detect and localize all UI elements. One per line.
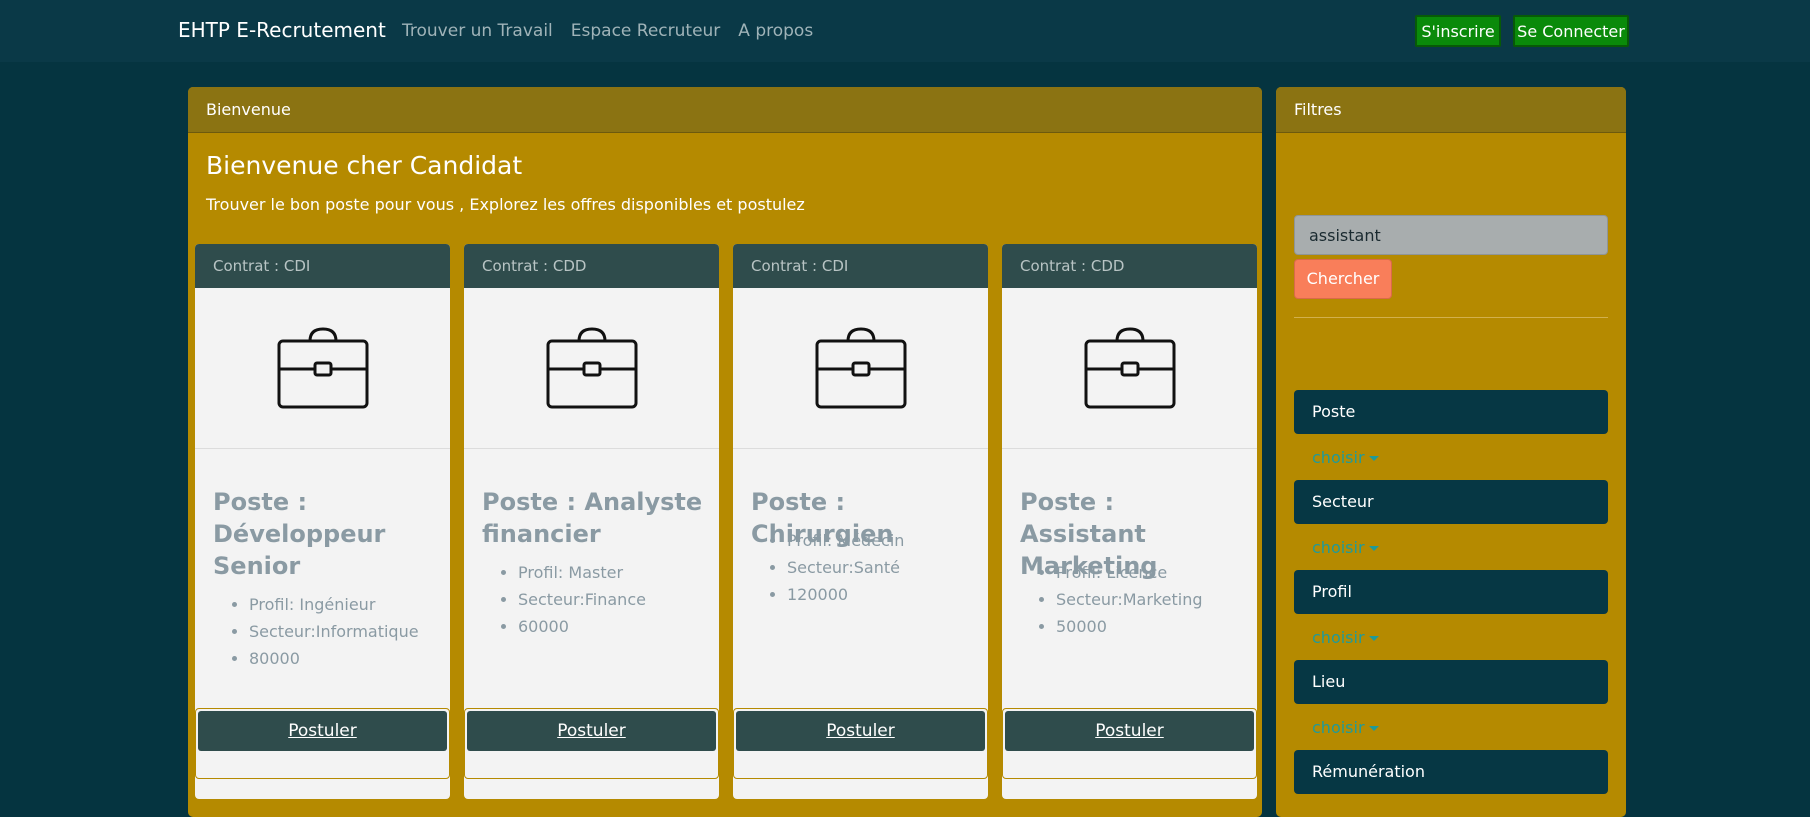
job-card: Contrat : CDD Poste : Analyste financier… <box>464 244 719 799</box>
contract-type: Contrat : CDI <box>195 244 450 288</box>
filter-group-remuneration[interactable]: Rémunération <box>1294 750 1608 794</box>
briefcase-icon <box>1084 327 1175 409</box>
job-card: Contrat : CDD Poste : Assistant Marketin… <box>1002 244 1257 799</box>
card-image <box>1002 288 1257 449</box>
navbar: EHTP E-Recrutement Trouver un Travail Es… <box>0 0 1810 62</box>
nav-link-find-job[interactable]: Trouver un Travail <box>402 21 553 41</box>
apply-button[interactable]: Postuler <box>736 711 985 751</box>
job-salary: 80000 <box>249 645 419 672</box>
job-sector: Secteur:Marketing <box>1056 586 1202 613</box>
job-profile: Profil: Licence <box>1056 559 1202 586</box>
card-footer: Postuler <box>464 708 719 779</box>
page-title: Bienvenue cher Candidat <box>206 151 523 180</box>
apply-button[interactable]: Postuler <box>198 711 447 751</box>
search-button[interactable]: Chercher <box>1294 259 1392 299</box>
nav-link-about[interactable]: A propos <box>738 21 813 41</box>
dropdown-label: choisir <box>1312 448 1365 467</box>
contract-type: Contrat : CDD <box>464 244 719 288</box>
briefcase-icon <box>815 327 906 409</box>
filter-dropdown-profil[interactable]: choisir <box>1312 628 1379 647</box>
welcome-panel-header: Bienvenue <box>188 87 1262 133</box>
briefcase-icon <box>546 327 637 409</box>
page-subtitle: Trouver le bon poste pour vous , Explore… <box>206 195 805 214</box>
job-details: Profil: Ingénieur Secteur:Informatique 8… <box>213 591 419 672</box>
job-details: Profil: Master Secteur:Finance 60000 <box>482 559 646 640</box>
card-footer: Postuler <box>1002 708 1257 779</box>
contract-type: Contrat : CDI <box>733 244 988 288</box>
filter-dropdown-poste[interactable]: choisir <box>1312 448 1379 467</box>
job-salary: 50000 <box>1056 613 1202 640</box>
nav-links: Trouver un Travail Espace Recruteur A pr… <box>402 21 813 41</box>
divider <box>1294 317 1608 318</box>
card-image <box>733 288 988 449</box>
filter-panel-header: Filtres <box>1276 87 1626 133</box>
job-salary: 60000 <box>518 613 646 640</box>
login-button[interactable]: Se Connecter <box>1513 15 1629 47</box>
brand-logo-text[interactable]: EHTP E-Recrutement <box>178 18 386 42</box>
briefcase-icon <box>277 327 368 409</box>
card-image <box>464 288 719 449</box>
card-footer: Postuler <box>733 708 988 779</box>
job-card: Contrat : CDI Poste : Chirurgien Profil:… <box>733 244 988 799</box>
card-image <box>195 288 450 449</box>
job-profile: Profil: Ingénieur <box>249 591 419 618</box>
caret-down-icon <box>1368 456 1379 461</box>
filter-group-secteur[interactable]: Secteur <box>1294 480 1608 524</box>
filter-group-poste[interactable]: Poste <box>1294 390 1608 434</box>
search-input[interactable] <box>1294 215 1608 255</box>
welcome-panel: Bienvenue Bienvenue cher Candidat Trouve… <box>188 87 1262 817</box>
dropdown-label: choisir <box>1312 538 1365 557</box>
caret-down-icon <box>1368 546 1379 551</box>
apply-button[interactable]: Postuler <box>1005 711 1254 751</box>
filter-panel: Filtres Chercher Poste choisir Secteur c… <box>1276 87 1626 817</box>
caret-down-icon <box>1368 636 1379 641</box>
filter-dropdown-lieu[interactable]: choisir <box>1312 718 1379 737</box>
job-title: Poste : Développeur Senior <box>213 488 386 580</box>
filter-dropdown-secteur[interactable]: choisir <box>1312 538 1379 557</box>
dropdown-label: choisir <box>1312 718 1365 737</box>
job-sector: Secteur:Informatique <box>249 618 419 645</box>
job-profile: Profil: Médecin <box>787 527 904 554</box>
job-card: Contrat : CDI Poste : Développeur Senior… <box>195 244 450 799</box>
caret-down-icon <box>1368 726 1379 731</box>
job-details: Profil: Médecin Secteur:Santé 120000 <box>751 527 904 608</box>
job-title: Poste : Analyste financier <box>482 488 703 548</box>
filter-group-profil[interactable]: Profil <box>1294 570 1608 614</box>
job-sector: Secteur:Santé <box>787 554 904 581</box>
filter-group-lieu[interactable]: Lieu <box>1294 660 1608 704</box>
dropdown-label: choisir <box>1312 628 1365 647</box>
job-profile: Profil: Master <box>518 559 646 586</box>
apply-button[interactable]: Postuler <box>467 711 716 751</box>
card-footer: Postuler <box>195 708 450 779</box>
job-salary: 120000 <box>787 581 904 608</box>
contract-type: Contrat : CDD <box>1002 244 1257 288</box>
signup-button[interactable]: S'inscrire <box>1415 15 1501 47</box>
nav-link-recruiter-space[interactable]: Espace Recruteur <box>571 21 721 41</box>
job-sector: Secteur:Finance <box>518 586 646 613</box>
job-details: Profil: Licence Secteur:Marketing 50000 <box>1020 559 1202 640</box>
